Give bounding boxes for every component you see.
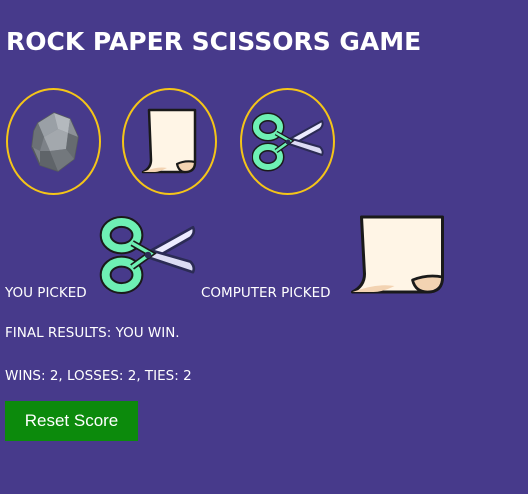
score-text: WINS: 2, LOSSES: 2, TIES: 2 — [5, 368, 192, 384]
paper-icon — [141, 108, 196, 173]
rock-choice-button[interactable] — [6, 88, 101, 195]
scissors-icon — [251, 112, 324, 171]
reset-score-button[interactable]: Reset Score — [5, 401, 138, 441]
computer-picked-label: COMPUTER PICKED — [201, 285, 331, 301]
game-title: ROCK PAPER SCISSORS GAME — [6, 27, 422, 56]
rock-icon — [30, 111, 79, 172]
final-result-text: FINAL RESULTS: YOU WIN. — [5, 325, 180, 341]
paper-icon — [351, 215, 444, 294]
paper-choice-button[interactable] — [122, 88, 217, 195]
scissors-icon — [99, 215, 196, 295]
scissors-choice-button[interactable] — [240, 88, 335, 195]
picked-row: YOU PICKED COMPUTER PICKED — [0, 212, 528, 302]
you-picked-label: YOU PICKED — [5, 285, 87, 301]
